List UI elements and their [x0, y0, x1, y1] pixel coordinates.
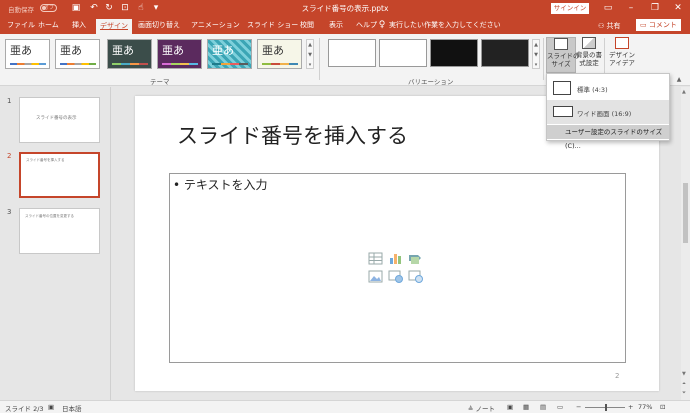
- vertical-scrollbar[interactable]: ▲ ▼ ⏶ ⏷: [681, 87, 690, 400]
- themes-scroll[interactable]: ▲ ▼ ▾: [306, 39, 314, 69]
- share-icon: ⚇: [598, 22, 607, 30]
- normal-view-icon[interactable]: ▣: [507, 403, 513, 411]
- theme-light-olive[interactable]: 亜あ: [257, 39, 302, 69]
- tab-home[interactable]: ホーム: [38, 20, 59, 30]
- slide-thumbnail-panel: 1 スライド番号の表示 2 スライド番号を挿入する 3 スライド番号の位置を変更…: [0, 87, 110, 400]
- tab-transitions[interactable]: 画面切り替え: [138, 20, 180, 30]
- variation-3[interactable]: [430, 39, 478, 67]
- slide-number-3: 3: [7, 208, 12, 216]
- scroll-down-icon[interactable]: ▼: [682, 371, 686, 377]
- ribbon-tabs: ファイル ホーム 挿入 デザイン 画面切り替え アニメーション スライド ショー…: [0, 17, 690, 34]
- status-bar: スライド 2/3 ▣ 日本語 ≜ ノート ▣ ▦ ▤ ▭ − + 77% ⊡: [0, 400, 690, 413]
- widescreen-ratio-icon: [553, 106, 573, 117]
- scroll-thumb[interactable]: [683, 183, 688, 243]
- minimize-icon[interactable]: –: [621, 2, 641, 15]
- collapse-ribbon-icon[interactable]: ▲: [674, 75, 684, 85]
- chart-icon[interactable]: [388, 252, 403, 265]
- theme-purple[interactable]: 亜あ: [157, 39, 202, 69]
- online-picture-icon[interactable]: [388, 270, 403, 283]
- variation-4[interactable]: [481, 39, 529, 67]
- fit-to-window-icon[interactable]: ⊡: [660, 403, 665, 411]
- variation-1[interactable]: [328, 39, 376, 67]
- menu-item-standard[interactable]: 標準 (4:3): [547, 76, 669, 100]
- next-slide-icon[interactable]: ⏷: [682, 390, 686, 396]
- video-icon[interactable]: [408, 270, 423, 283]
- variations-group-label: バリエーション: [408, 78, 454, 86]
- maximize-icon[interactable]: ❐: [645, 2, 665, 15]
- slide-indicator: スライド 2/3: [5, 405, 44, 413]
- zoom-slider-knob[interactable]: [605, 404, 607, 411]
- menu-item-custom-size[interactable]: ユーザー設定のスライドのサイズ(C)...: [547, 125, 669, 150]
- zoom-level[interactable]: 77%: [638, 403, 652, 411]
- tab-animations[interactable]: アニメーション: [191, 20, 240, 30]
- comment-button[interactable]: ▭ コメント: [636, 19, 681, 31]
- tab-view[interactable]: 表示: [329, 20, 343, 30]
- previous-slide-icon[interactable]: ⏶: [682, 381, 686, 387]
- notes-button[interactable]: ≜ ノート: [468, 403, 495, 413]
- slide-thumbnail-3[interactable]: スライド番号の位置を変更する: [19, 208, 100, 254]
- close-icon[interactable]: ✕: [668, 2, 688, 15]
- zoom-in-icon[interactable]: +: [628, 403, 633, 411]
- theme-office[interactable]: 亜あ: [5, 39, 50, 69]
- menu-item-widescreen[interactable]: ワイド画面 (16:9): [547, 100, 669, 124]
- bullet-text[interactable]: • テキストを入力: [173, 176, 268, 193]
- theme-teal-pattern[interactable]: 亜あ: [207, 39, 252, 69]
- notes-icon: ≜: [468, 405, 476, 413]
- scroll-up-icon[interactable]: ▲: [682, 89, 686, 95]
- tell-me-input[interactable]: 実行したい作業を入力してください: [389, 20, 501, 30]
- slide-thumbnail-2[interactable]: スライド番号を挿入する: [19, 152, 100, 198]
- tab-file[interactable]: ファイル: [7, 20, 35, 30]
- design-ideas-icon: [615, 37, 629, 49]
- theme-dark-green[interactable]: 亜あ: [107, 39, 152, 69]
- slide-page-number: 2: [615, 372, 620, 380]
- tab-review[interactable]: 校閲: [300, 20, 314, 30]
- format-background-icon: [582, 37, 596, 49]
- share-button[interactable]: ⚇ 共有: [598, 21, 621, 31]
- slide-number-2: 2: [7, 152, 12, 160]
- slide-title[interactable]: スライド番号を挿入する: [177, 120, 408, 150]
- standard-ratio-icon: [553, 81, 571, 95]
- slide-number-1: 1: [7, 97, 12, 105]
- picture-icon[interactable]: [368, 270, 383, 283]
- variations-scroll[interactable]: ▲ ▼ ▾: [532, 39, 540, 69]
- slideshow-view-icon[interactable]: ▭: [557, 403, 563, 411]
- spellcheck-icon[interactable]: ▣: [48, 403, 54, 411]
- language-indicator[interactable]: 日本語: [62, 403, 82, 413]
- tab-design[interactable]: デザイン: [96, 19, 132, 34]
- theme-office-2[interactable]: 亜あ: [55, 39, 100, 69]
- reading-view-icon[interactable]: ▤: [540, 403, 546, 411]
- table-icon[interactable]: [368, 252, 383, 265]
- smartart-icon[interactable]: [408, 252, 423, 265]
- slide-thumbnail-1[interactable]: スライド番号の表示: [19, 97, 100, 143]
- format-background-button[interactable]: 背景の書 式設定: [574, 37, 604, 67]
- title-bar: 自動保存 オフ ▣ ↶ ↻ ⊡ ☝ ▾ スライド番号の表示.pptx サインイン…: [0, 0, 690, 17]
- slide-size-button[interactable]: スライドの サイズ: [546, 37, 580, 73]
- zoom-out-icon[interactable]: −: [576, 403, 581, 411]
- slide-size-icon: [554, 38, 568, 50]
- ribbon-display-icon[interactable]: ▭: [598, 2, 618, 15]
- signin-button[interactable]: サインイン: [551, 3, 589, 14]
- variation-2[interactable]: [379, 39, 427, 67]
- insert-content-icons: [368, 252, 426, 290]
- tab-insert[interactable]: 挿入: [72, 20, 86, 30]
- content-placeholder[interactable]: • テキストを入力: [169, 173, 626, 363]
- themes-group-label: テーマ: [150, 78, 170, 86]
- slide-size-menu: 標準 (4:3) ワイド画面 (16:9) ユーザー設定のスライドのサイズ(C)…: [546, 73, 670, 150]
- design-ideas-button[interactable]: デザイン アイデア: [607, 37, 637, 67]
- lightbulb-icon: ♀: [378, 20, 386, 30]
- comment-icon: ▭: [640, 21, 649, 29]
- tab-help[interactable]: ヘルプ: [356, 20, 377, 30]
- tab-slideshow[interactable]: スライド ショー: [247, 20, 298, 30]
- slide-sorter-icon[interactable]: ▦: [523, 403, 529, 411]
